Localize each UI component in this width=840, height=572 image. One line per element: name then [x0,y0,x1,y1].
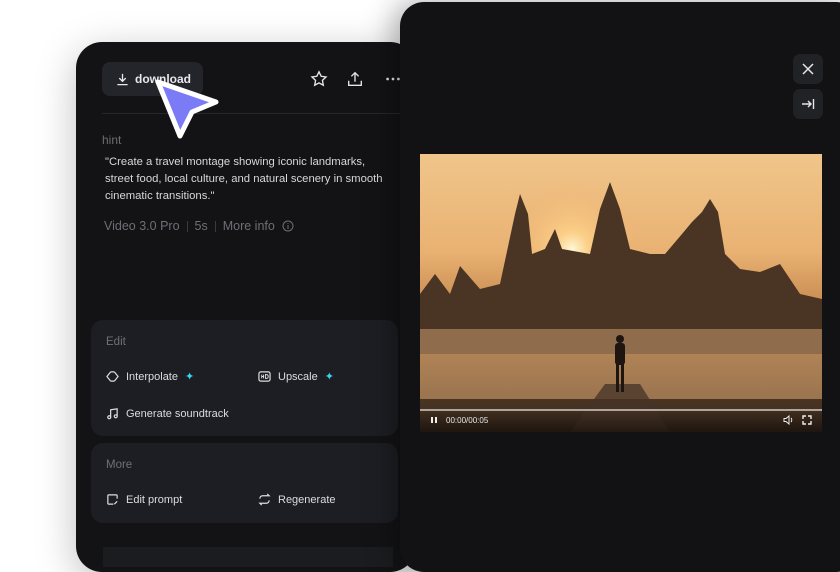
divider [214,220,216,232]
regenerate-label: Regenerate [278,493,336,506]
divider [186,220,188,232]
edit-section-title: Edit [106,336,126,348]
hd-icon [258,371,271,382]
fullscreen-icon[interactable] [802,415,812,425]
bottom-bar [103,547,393,567]
details-panel: download hint "Create a travel montage s… [76,42,416,572]
time-display: 00:00/00:05 [446,415,489,425]
generate-soundtrack-button[interactable]: Generate soundtrack [106,407,229,420]
video-preview-panel: 00:00/00:05 [400,2,840,572]
collapse-right-icon [802,99,815,109]
model-name: Video 3.0 Pro [104,219,180,233]
interpolate-button[interactable]: Interpolate ✦ [106,370,194,383]
player-controls: 00:00/00:05 [420,408,822,432]
upscale-button[interactable]: Upscale ✦ [258,370,334,383]
regenerate-button[interactable]: Regenerate [258,493,336,506]
regenerate-icon [258,493,271,506]
hint-label: hint [102,133,122,147]
edit-prompt-icon [107,494,118,505]
edit-prompt-button[interactable]: Edit prompt [106,493,182,506]
music-note-icon [107,408,118,420]
more-section-title: More [106,459,133,471]
interpolate-icon [106,371,119,382]
close-button[interactable] [793,54,823,84]
close-icon [802,63,814,75]
more-section: More Edit prompt Regenerate [91,443,398,523]
interpolate-label: Interpolate [126,370,178,383]
divider [102,113,406,114]
volume-icon[interactable] [783,415,794,425]
duration: 5s [194,219,208,233]
cursor-pointer-icon [155,79,219,139]
video-player[interactable]: 00:00/00:05 [420,154,822,432]
sparkle-icon: ✦ [324,371,334,383]
generation-meta: Video 3.0 Pro 5s More info [104,219,294,233]
star-icon[interactable] [310,70,328,88]
generate-soundtrack-label: Generate soundtrack [126,407,229,420]
edit-section: Edit Interpolate ✦ Upscale ✦ Generate so… [91,320,398,436]
upscale-label: Upscale [278,370,318,383]
edit-prompt-label: Edit prompt [126,493,183,506]
pause-icon[interactable] [430,416,438,424]
prompt-text: "Create a travel montage showing iconic … [105,156,383,202]
more-info-link[interactable]: More info [223,219,275,233]
download-icon [117,73,128,85]
sparkle-icon: ✦ [184,371,195,383]
info-icon[interactable] [282,220,294,232]
collapse-panel-button[interactable] [793,89,823,119]
video-frame [420,154,822,432]
share-icon[interactable] [346,70,364,88]
